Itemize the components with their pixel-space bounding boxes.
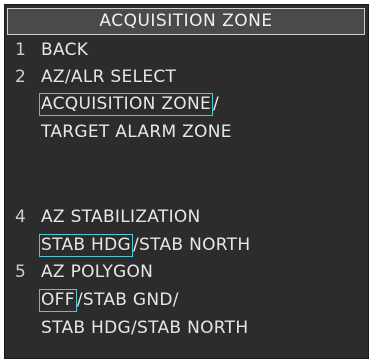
menu-item-number: 2 bbox=[15, 67, 27, 87]
menu-item-label: AZ STABILIZATION bbox=[41, 207, 201, 227]
menu-item-back[interactable]: 1 BACK bbox=[5, 37, 365, 64]
az-polygon-options-line2: STAB HDG/STAB NORTH bbox=[5, 315, 365, 342]
az-alr-options-line1: ACQUISITION ZONE / bbox=[5, 91, 365, 118]
menu-item-number: 4 bbox=[15, 207, 27, 227]
option-separator: / bbox=[213, 94, 220, 114]
menu-item-number: 1 bbox=[15, 40, 27, 60]
menu-item-label: BACK bbox=[41, 40, 89, 60]
option-off[interactable]: OFF bbox=[39, 289, 77, 312]
option-acquisition-zone[interactable]: ACQUISITION ZONE bbox=[39, 93, 214, 116]
az-stab-options: STAB HDG/STAB NORTH bbox=[5, 232, 365, 259]
acquisition-zone-menu: ACQUISITION ZONE 1 BACK 2 AZ/ALR SELECT … bbox=[4, 4, 369, 359]
az-polygon-options-line1: OFF/STAB GND/ bbox=[5, 287, 365, 314]
option-stab-gnd[interactable]: STAB GND/ bbox=[83, 290, 179, 310]
option-target-alarm-zone[interactable]: TARGET ALARM ZONE bbox=[41, 119, 232, 146]
menu-item-label: AZ/ALR SELECT bbox=[41, 67, 177, 87]
option-stab-hdg-north[interactable]: STAB HDG/STAB NORTH bbox=[41, 315, 248, 342]
menu-item-az-alr-select[interactable]: 2 AZ/ALR SELECT bbox=[5, 64, 365, 91]
menu-title: ACQUISITION ZONE bbox=[7, 8, 365, 35]
menu-item-az-polygon[interactable]: 5 AZ POLYGON bbox=[5, 259, 365, 286]
menu-item-az-stabilization[interactable]: 4 AZ STABILIZATION bbox=[5, 204, 365, 231]
menu-item-number: 5 bbox=[15, 262, 27, 282]
option-stab-hdg[interactable]: STAB HDG bbox=[39, 234, 133, 257]
menu-item-label: AZ POLYGON bbox=[41, 262, 154, 282]
option-stab-north[interactable]: STAB NORTH bbox=[139, 235, 250, 255]
az-alr-options-line2: TARGET ALARM ZONE bbox=[5, 119, 365, 146]
